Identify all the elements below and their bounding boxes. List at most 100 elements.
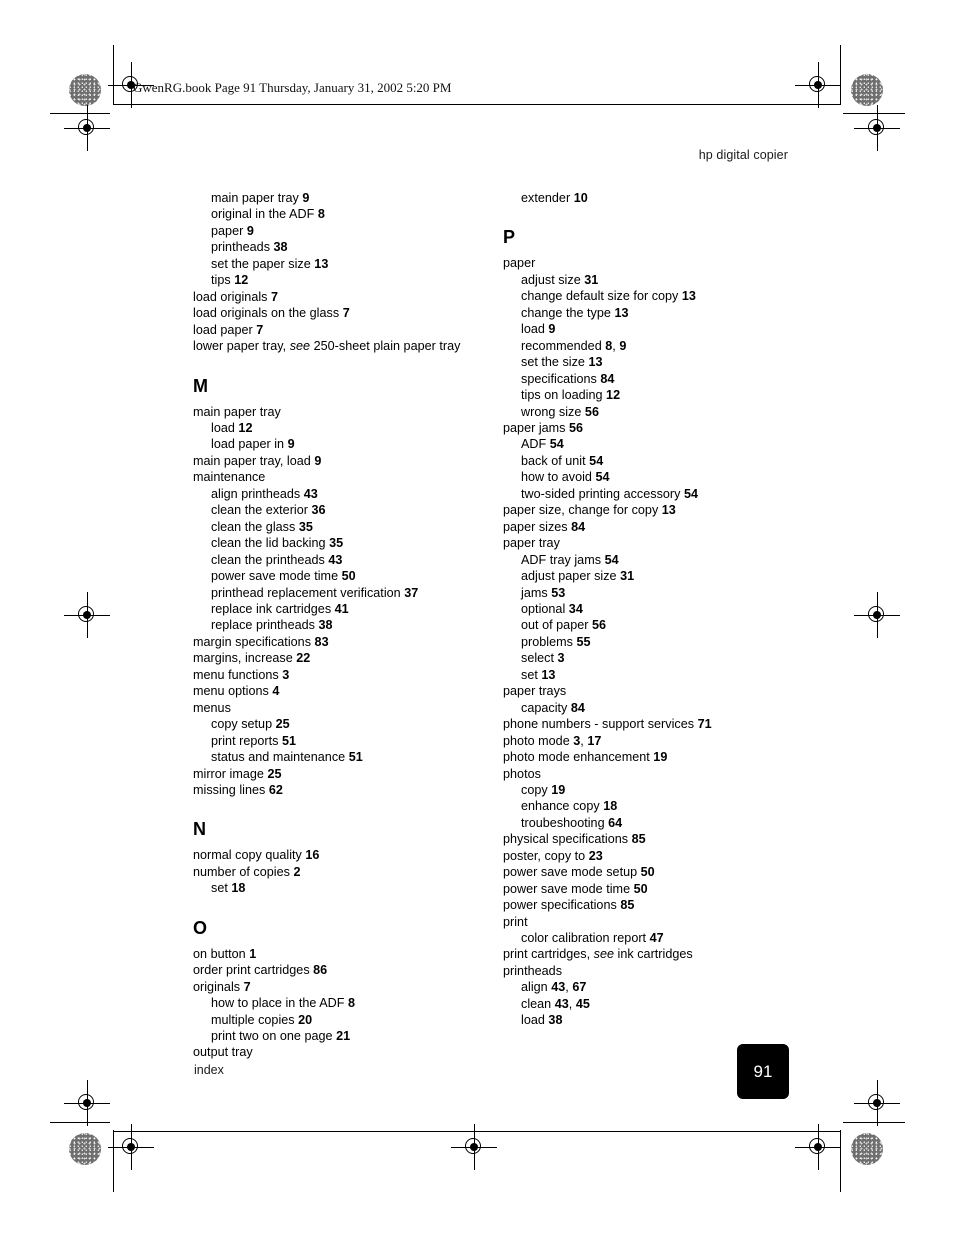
registration-target-bottom-left xyxy=(64,1080,110,1126)
index-entry: clean 43, 45 xyxy=(503,996,803,1012)
index-page-reference: 31 xyxy=(620,569,635,584)
index-entry: ADF tray jams 54 xyxy=(503,552,803,568)
registration-target-bottom-right-lower xyxy=(795,1124,841,1170)
index-entry-label: main paper tray, load xyxy=(193,453,315,468)
registration-target-bottom-right xyxy=(854,1080,900,1126)
index-entry: main paper tray xyxy=(193,404,493,420)
index-page-reference: 13 xyxy=(541,667,556,682)
index-page-reference: 38 xyxy=(318,618,333,633)
index-entry: load paper in 9 xyxy=(193,436,493,452)
index-entry: set the paper size 13 xyxy=(193,256,493,272)
index-page-reference: 56 xyxy=(584,404,599,419)
index-entry: phone numbers - support services 71 xyxy=(503,716,803,732)
index-page-reference: 54 xyxy=(595,470,610,485)
index-page-reference: 3 xyxy=(282,667,290,682)
running-header: hp digital copier xyxy=(698,148,788,162)
index-page-reference: 43 xyxy=(551,980,566,995)
crop-line-right-horizontal xyxy=(843,113,905,114)
index-page-reference: 2 xyxy=(293,864,301,879)
registration-target-bottom-left-lower xyxy=(108,1124,154,1170)
index-page-reference: 43 xyxy=(303,486,318,501)
index-page-reference: 12 xyxy=(238,420,253,435)
index-column-left: main paper tray 9 original in the ADF 8 pa… xyxy=(193,190,493,1061)
index-entry: physical specifications 85 xyxy=(503,831,803,847)
index-entry: set 13 xyxy=(503,667,803,683)
index-entry: originals 7 xyxy=(193,979,493,995)
crop-line-right-horizontal-bottom xyxy=(843,1122,905,1123)
index-entry-label: load originals xyxy=(193,289,272,304)
index-page-reference: 10 xyxy=(573,191,588,205)
index-page-reference: 54 xyxy=(549,437,564,452)
index-entry-label: physical specifications xyxy=(503,832,632,847)
index-entry-label: ADF tray jams xyxy=(521,552,605,567)
index-entry: tips 12 xyxy=(193,272,493,288)
index-entry: normal copy quality 16 xyxy=(193,847,493,863)
index-page-reference: 47 xyxy=(649,931,664,946)
index-entry-label: specifications xyxy=(521,371,601,386)
index-entry: two-sided printing accessory 54 xyxy=(503,486,803,502)
index-cross-reference-see: see xyxy=(289,339,311,354)
index-entry-label: copy setup xyxy=(211,717,276,732)
index-entry-label: adjust size xyxy=(521,272,585,287)
index-entry: margins, increase 22 xyxy=(193,650,493,666)
index-entry-label: paper xyxy=(211,223,247,238)
index-page-reference: 55 xyxy=(576,634,591,649)
index-page-reference: 86 xyxy=(313,963,328,978)
index-entry: maintenance xyxy=(193,469,493,485)
index-entry: power save mode time 50 xyxy=(503,881,803,897)
index-entry: color calibration report 47 xyxy=(503,930,803,946)
index-page-reference: 17 xyxy=(587,733,602,748)
index-entry-label: power save mode time xyxy=(503,881,634,896)
index-page-reference: 83 xyxy=(314,634,329,649)
crop-line-left-horizontal-bottom xyxy=(50,1122,110,1123)
index-entry: extender 10 xyxy=(503,190,803,206)
index-entry: recommended 8, 9 xyxy=(503,338,803,354)
index-entry-label: multiple copies xyxy=(211,1012,299,1027)
index-page-reference: 7 xyxy=(342,306,350,321)
index-entry-label: clean the glass xyxy=(211,519,299,534)
index-page-reference: 12 xyxy=(606,388,621,403)
index-entry-label: two-sided printing accessory xyxy=(521,486,684,501)
index-page-reference: 84 xyxy=(570,700,585,715)
index-entry-label: load xyxy=(521,322,549,337)
index-page-reference: 45 xyxy=(575,996,590,1011)
registration-target-top-right xyxy=(795,62,841,108)
index-page-reference: 7 xyxy=(243,979,251,994)
index-entry: set the size 13 xyxy=(503,354,803,370)
index-entry: status and maintenance 51 xyxy=(193,749,493,765)
index-entry: photo mode 3, 17 xyxy=(503,733,803,749)
index-entry: printheads 38 xyxy=(193,239,493,255)
index-entry-label: replace printheads xyxy=(211,618,319,633)
index-page-reference: 67 xyxy=(572,980,587,995)
index-entry: paper jams 56 xyxy=(503,420,803,436)
index-page-reference: 13 xyxy=(681,289,696,304)
index-entry: printheads xyxy=(503,963,803,979)
index-entry: paper 9 xyxy=(193,223,493,239)
index-page-reference: 36 xyxy=(311,503,326,518)
index-entry: capacity 84 xyxy=(503,700,803,716)
index-entry: mirror image 25 xyxy=(193,766,493,782)
index-entry-label: power save mode setup xyxy=(503,865,641,880)
index-entry-label: paper sizes xyxy=(503,519,572,534)
index-entry: load 38 xyxy=(503,1012,803,1028)
index-page-reference: 9 xyxy=(548,322,556,337)
index-page-reference: 35 xyxy=(329,536,344,551)
index-entry-label: copy xyxy=(521,782,552,797)
index-page-reference: 8 xyxy=(317,207,325,222)
index-entry: multiple copies 20 xyxy=(193,1012,493,1028)
index-entry: power specifications 85 xyxy=(503,897,803,913)
index-entry-label: color calibration report xyxy=(521,931,650,946)
index-page-reference: 20 xyxy=(298,1012,313,1027)
index-entry-label: printhead replacement verification xyxy=(211,585,405,600)
index-entry: margin specifications 83 xyxy=(193,634,493,650)
index-page-reference: 21 xyxy=(336,1029,351,1044)
index-entry-label: align xyxy=(521,980,552,995)
index-column-right: extender 10 Ppaper adjust size 31 change de… xyxy=(503,190,803,1029)
index-entry: copy setup 25 xyxy=(193,716,493,732)
index-page-reference: 54 xyxy=(683,486,699,501)
index-entry-label: paper trays xyxy=(503,684,567,699)
registration-target-left xyxy=(64,105,110,151)
index-entry-label: clean the lid backing xyxy=(211,536,330,551)
index-entry: troubeshooting 64 xyxy=(503,815,803,831)
index-entry: load 9 xyxy=(503,321,803,337)
